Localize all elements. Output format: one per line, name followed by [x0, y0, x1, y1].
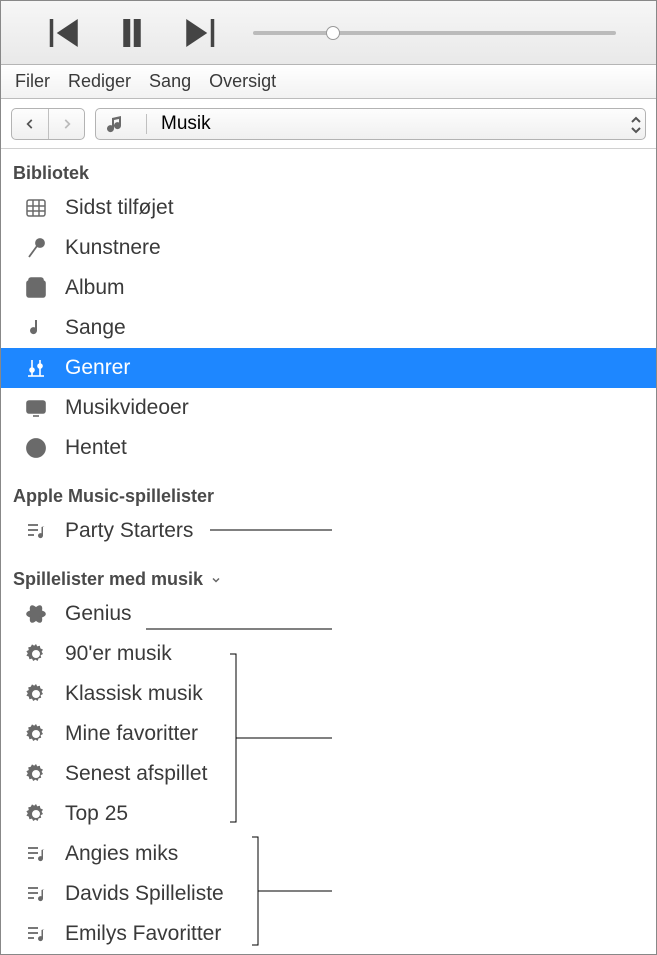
sidebar-item[interactable]: Kunstnere: [1, 228, 656, 268]
sidebar-item-label: Mine favoritter: [65, 722, 198, 746]
sidebar-item[interactable]: Genrer: [1, 348, 656, 388]
nav-back-button[interactable]: [12, 109, 48, 139]
section-title: Apple Music-spillelister: [13, 486, 214, 507]
nav-back-forward: [11, 108, 85, 140]
sidebar-item[interactable]: Party Starters: [1, 511, 656, 551]
previous-button[interactable]: [41, 18, 83, 48]
sidebar-item-label: Party Starters: [65, 519, 193, 543]
menu-item-sang[interactable]: Sang: [149, 71, 191, 92]
next-button[interactable]: [181, 18, 223, 48]
sidebar-item[interactable]: Klassisk musik: [1, 674, 656, 714]
volume-slider[interactable]: [253, 31, 616, 35]
sidebar-item[interactable]: Angies miks: [1, 834, 656, 874]
sidebar: Bibliotek Sidst tilføjet Kunstnere Album Sa…: [1, 149, 656, 954]
sidebar-item[interactable]: Senest afspillet: [1, 754, 656, 794]
sidebar-item[interactable]: Musikvideoer: [1, 388, 656, 428]
sidebar-item[interactable]: Mine favoritter: [1, 714, 656, 754]
gear-icon: [23, 721, 49, 747]
download-icon: [23, 435, 49, 461]
genres-icon: [23, 355, 49, 381]
sidebar-item[interactable]: Sange: [1, 308, 656, 348]
section-library: Bibliotek Sidst tilføjet Kunstnere Album Sa…: [1, 155, 656, 478]
source-picker-label: Musik: [161, 113, 211, 135]
section-music-playlists: Spillelister med musik Genius 90'er musik…: [1, 561, 656, 954]
sidebar-item-label: Angies miks: [65, 842, 178, 866]
sidebar-item-label: Top 25: [65, 802, 128, 826]
sidebar-item-label: Davids Spilleliste: [65, 882, 224, 906]
menu-item-oversigt[interactable]: Oversigt: [209, 71, 276, 92]
section-header-library: Bibliotek: [1, 157, 656, 188]
sidebar-item[interactable]: Genius: [1, 594, 656, 634]
playlist-icon: [23, 921, 49, 947]
section-title: Spillelister med musik: [13, 569, 203, 590]
sidebar-item[interactable]: Hentet: [1, 428, 656, 468]
section-header-apple-music: Apple Music-spillelister: [1, 480, 656, 511]
playlist-icon: [23, 518, 49, 544]
album-icon: [23, 275, 49, 301]
nav-forward-button[interactable]: [48, 109, 84, 139]
note-icon: [23, 315, 49, 341]
sidebar-item-label: 90'er musik: [65, 642, 172, 666]
sidebar-item-label: Klassisk musik: [65, 682, 203, 706]
nav-row: Musik: [1, 99, 656, 149]
mic-icon: [23, 235, 49, 261]
sidebar-item-label: Kunstnere: [65, 236, 161, 260]
gear-icon: [23, 761, 49, 787]
pause-button[interactable]: [111, 18, 153, 48]
video-icon: [23, 395, 49, 421]
chevron-up-down-icon: [625, 109, 647, 141]
sidebar-item-label: Album: [65, 276, 125, 300]
playback-bar: [1, 1, 656, 65]
source-picker[interactable]: Musik: [95, 108, 646, 140]
chevron-down-icon: [209, 573, 223, 587]
sidebar-item[interactable]: Emilys Favoritter: [1, 914, 656, 954]
sidebar-item-label: Emilys Favoritter: [65, 922, 221, 946]
menu-bar: Filer Rediger Sang Oversigt: [1, 65, 656, 99]
gear-icon: [23, 641, 49, 667]
music-note-icon: [106, 111, 132, 137]
gear-icon: [23, 681, 49, 707]
playlist-icon: [23, 881, 49, 907]
sidebar-item[interactable]: Sidst tilføjet: [1, 188, 656, 228]
grid-icon: [23, 195, 49, 221]
sidebar-item-label: Musikvideoer: [65, 396, 189, 420]
sidebar-item-label: Genrer: [65, 356, 130, 380]
section-header-music-playlists[interactable]: Spillelister med musik: [1, 563, 656, 594]
sidebar-item-label: Senest afspillet: [65, 762, 207, 786]
section-apple-music-playlists: Apple Music-spillelister Party Starters: [1, 478, 656, 561]
playback-controls: [41, 18, 223, 48]
sidebar-item-label: Hentet: [65, 436, 127, 460]
menu-item-rediger[interactable]: Rediger: [68, 71, 131, 92]
genius-icon: [23, 601, 49, 627]
sidebar-item-label: Sange: [65, 316, 126, 340]
gear-icon: [23, 801, 49, 827]
playlist-icon: [23, 841, 49, 867]
sidebar-item[interactable]: Album: [1, 268, 656, 308]
sidebar-item-label: Genius: [65, 602, 132, 626]
section-title: Bibliotek: [13, 163, 89, 184]
sidebar-item[interactable]: Davids Spilleliste: [1, 874, 656, 914]
menu-item-filer[interactable]: Filer: [15, 71, 50, 92]
sidebar-item[interactable]: 90'er musik: [1, 634, 656, 674]
sidebar-item[interactable]: Top 25: [1, 794, 656, 834]
sidebar-item-label: Sidst tilføjet: [65, 196, 174, 220]
